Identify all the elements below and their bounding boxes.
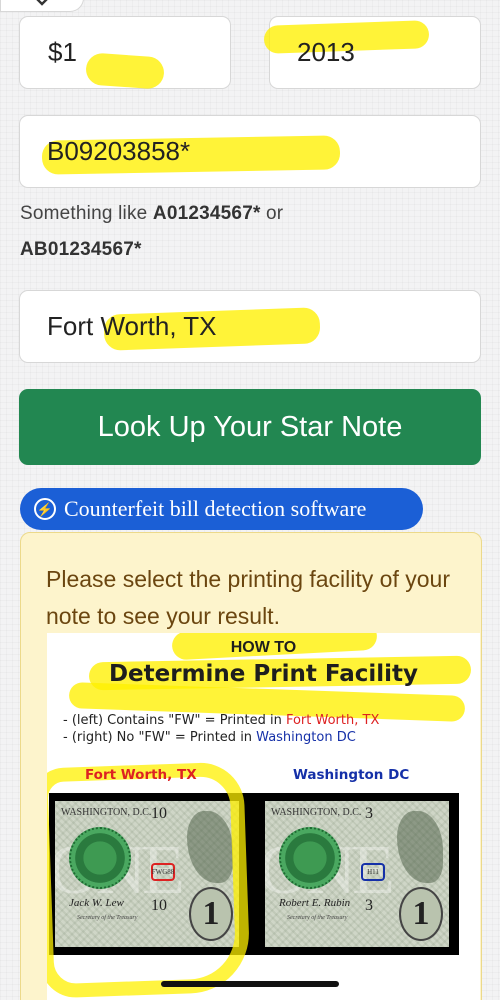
note-ornament xyxy=(397,811,443,883)
plate-number-bottom: 3 xyxy=(365,897,373,914)
plate-number-top: 10 xyxy=(151,805,167,822)
hint-middle: or xyxy=(260,203,284,224)
fw-mark: FWG88 xyxy=(151,863,175,881)
print-facility-guide-image: HOW TO Determine Print Facility - (left)… xyxy=(47,633,480,1000)
treasury-caption: Secretary of the Treasury xyxy=(287,915,348,921)
serial-format-hint: Something like A01234567* or AB01234567* xyxy=(20,196,460,268)
series-year-field[interactable]: 2013 xyxy=(263,16,481,89)
denomination-value: $1 xyxy=(48,37,77,67)
result-message: Please select the printing facility of y… xyxy=(46,566,450,629)
fort-worth-note: ONE WASHINGTON, D.C. 10 FWG88 Jack W. Le… xyxy=(55,801,239,947)
notes-comparison: ONE WASHINGTON, D.C. 10 FWG88 Jack W. Le… xyxy=(49,793,459,955)
chevron-down-icon xyxy=(36,0,48,6)
note-header: WASHINGTON, D.C. xyxy=(271,807,362,818)
lightning-bolt-icon: ⚡ xyxy=(34,498,56,520)
note-signature: Jack W. Lew xyxy=(69,897,124,909)
series-year-value: 2013 xyxy=(297,37,355,67)
washington-note: ONE WASHINGTON, D.C. 3 H11 Robert E. Rub… xyxy=(265,801,449,947)
counterfeit-detection-link[interactable]: ⚡ Counterfeit bill detection software xyxy=(20,488,423,530)
serial-number-field[interactable]: B09203858* xyxy=(19,115,481,188)
location-field[interactable]: Fort Worth, TX xyxy=(19,290,481,363)
note-header: WASHINGTON, D.C. xyxy=(61,807,152,818)
hint-prefix: Something like xyxy=(20,203,153,224)
previous-select[interactable] xyxy=(0,0,84,12)
fort-worth-label: Fort Worth, TX xyxy=(85,767,197,783)
treasury-seal xyxy=(69,827,131,889)
plate-number-bottom: 10 xyxy=(151,897,167,914)
hint-example-2: AB01234567* xyxy=(20,239,142,260)
location-value: Fort Worth, TX xyxy=(47,311,217,341)
treasury-caption: Secretary of the Treasury xyxy=(77,915,138,921)
washington-label: Washington DC xyxy=(293,767,410,783)
note-ornament xyxy=(187,811,233,883)
guide-rule-right: - (right) No "FW" = Printed in Washingto… xyxy=(63,730,356,745)
treasury-seal xyxy=(279,827,341,889)
no-fw-mark: H11 xyxy=(361,863,385,881)
serial-number-value: B09203858* xyxy=(47,136,191,166)
note-signature: Robert E. Rubin xyxy=(279,897,351,909)
guide-rule-left: - (left) Contains "FW" = Printed in Fort… xyxy=(63,713,380,728)
corner-one: 1 xyxy=(189,887,233,941)
counterfeit-link-label: Counterfeit bill detection software xyxy=(64,496,367,521)
lookup-button[interactable]: Look Up Your Star Note xyxy=(19,389,481,465)
corner-one: 1 xyxy=(399,887,443,941)
guide-title: Determine Print Facility xyxy=(108,661,419,687)
lookup-button-label: Look Up Your Star Note xyxy=(97,410,403,443)
guide-kicker: HOW TO xyxy=(230,639,297,656)
home-indicator[interactable] xyxy=(161,981,339,987)
highlight-mark xyxy=(84,52,166,90)
plate-number-top: 3 xyxy=(365,805,373,822)
hint-example-1: A01234567* xyxy=(152,203,261,224)
denomination-field[interactable]: $1 xyxy=(19,16,231,90)
result-card: Please select the printing facility of y… xyxy=(20,532,482,1000)
